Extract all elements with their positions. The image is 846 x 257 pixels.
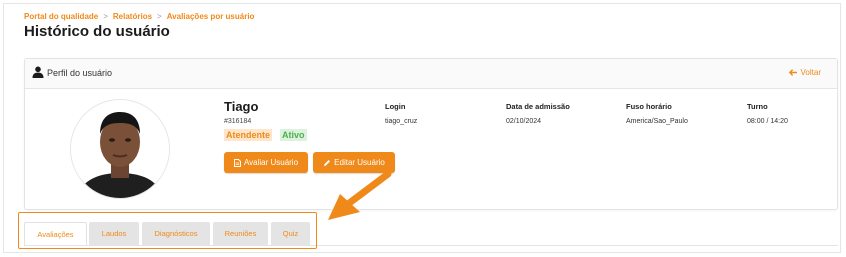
breadcrumb-avaliacoes[interactable]: Avaliações por usuário [167,12,255,21]
breadcrumb: Portal do qualidade > Relatórios > Avali… [24,12,254,21]
avaliar-usuario-label: Avaliar Usuário [243,158,299,167]
login-label: Login [385,102,406,111]
document-icon [233,158,241,167]
avatar [70,99,170,199]
shift-value: 08:00 / 14:20 [747,118,788,125]
login-value: tiago_cruz [385,118,418,125]
user-id: #316184 [224,118,252,125]
shift-label: Turno [747,102,768,111]
avatar-photo [71,100,169,198]
admission-date-value: 02/10/2024 [506,118,542,125]
timezone-value: America/Sao_Paulo [626,118,688,125]
profile-card-header: Perfil do usuário Voltar [25,59,837,89]
editar-usuario-label: Editar Usuário [334,158,385,167]
tabs-highlight-box [18,212,317,249]
status-badge: Ativo [280,129,307,141]
role-badge: Atendente [224,129,273,141]
timezone-label: Fuso horário [626,102,672,111]
breadcrumb-separator: > [157,12,162,21]
user-icon [32,66,44,78]
breadcrumb-portal[interactable]: Portal do qualidade [24,12,98,21]
pencil-icon [324,159,331,166]
page-title: Histórico do usuário [24,23,170,40]
profile-card-title: Perfil do usuário [47,68,113,78]
back-link[interactable]: Voltar [788,68,821,77]
back-label: Voltar [800,68,821,77]
admission-date-label: Data de admissão [506,102,570,111]
arrow-left-icon [788,69,797,76]
pointer-arrow-icon [328,170,392,220]
avaliar-usuario-button[interactable]: Avaliar Usuário [224,152,308,173]
user-name: Tiago [224,99,259,114]
breadcrumb-separator: > [103,12,108,21]
breadcrumb-relatorios[interactable]: Relatórios [113,12,152,21]
profile-card: Perfil do usuário Voltar Tiago #316184 A… [24,58,838,210]
